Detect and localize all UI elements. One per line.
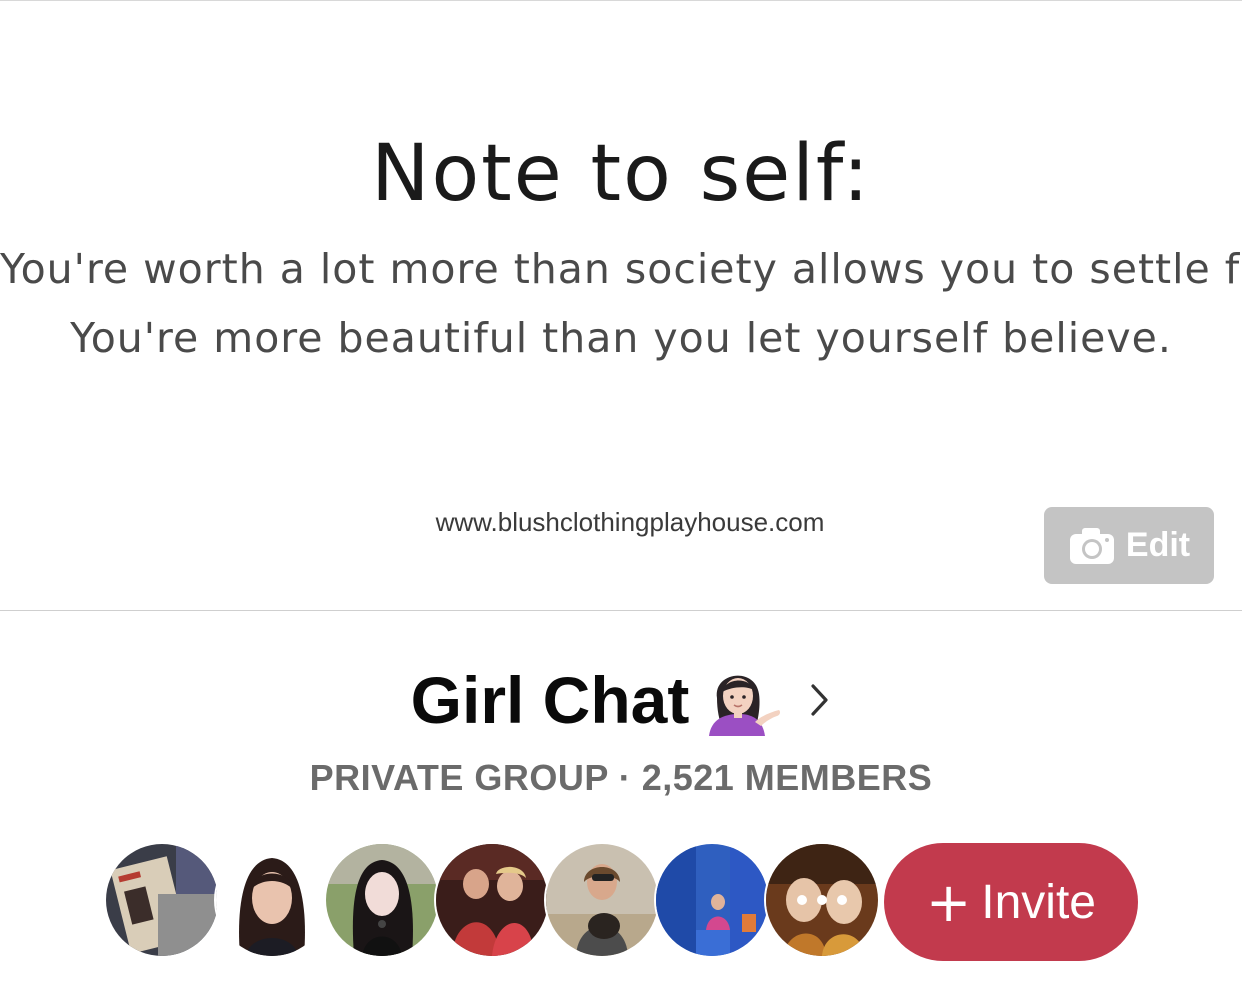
cover-photo[interactable]: Note to self: You're worth a lot more th… (0, 1, 1242, 610)
plus-icon: + (926, 870, 972, 934)
quote-line-1: You're worth a lot more than society all… (0, 245, 1242, 293)
member-avatar-2[interactable] (214, 842, 330, 958)
camera-icon (1069, 527, 1114, 564)
edit-cover-button[interactable]: Edit (1044, 507, 1214, 584)
member-avatar-6[interactable] (654, 842, 770, 958)
member-avatar-5[interactable] (544, 842, 660, 958)
cover-divider (0, 610, 1242, 611)
invite-button[interactable]: + Invite (884, 843, 1138, 961)
woman-tipping-hand-emoji-icon (709, 675, 781, 736)
quote-title: Note to self: (371, 129, 871, 219)
chevron-right-icon[interactable] (809, 682, 831, 718)
member-avatar-7[interactable] (764, 842, 880, 958)
group-name: Girl Chat (410, 663, 690, 737)
group-meta: PRIVATE GROUP · 2,521 MEMBERS (309, 757, 933, 798)
member-avatar-4[interactable] (434, 842, 550, 958)
invite-label: Invite (981, 875, 1096, 929)
member-avatar-3[interactable] (324, 842, 440, 958)
member-avatar-1[interactable] (104, 842, 220, 958)
edit-cover-label: Edit (1125, 526, 1191, 564)
group-title[interactable]: Girl Chat (0, 660, 1242, 740)
quote-line-2: You're more beautiful than you let yours… (70, 314, 1172, 362)
